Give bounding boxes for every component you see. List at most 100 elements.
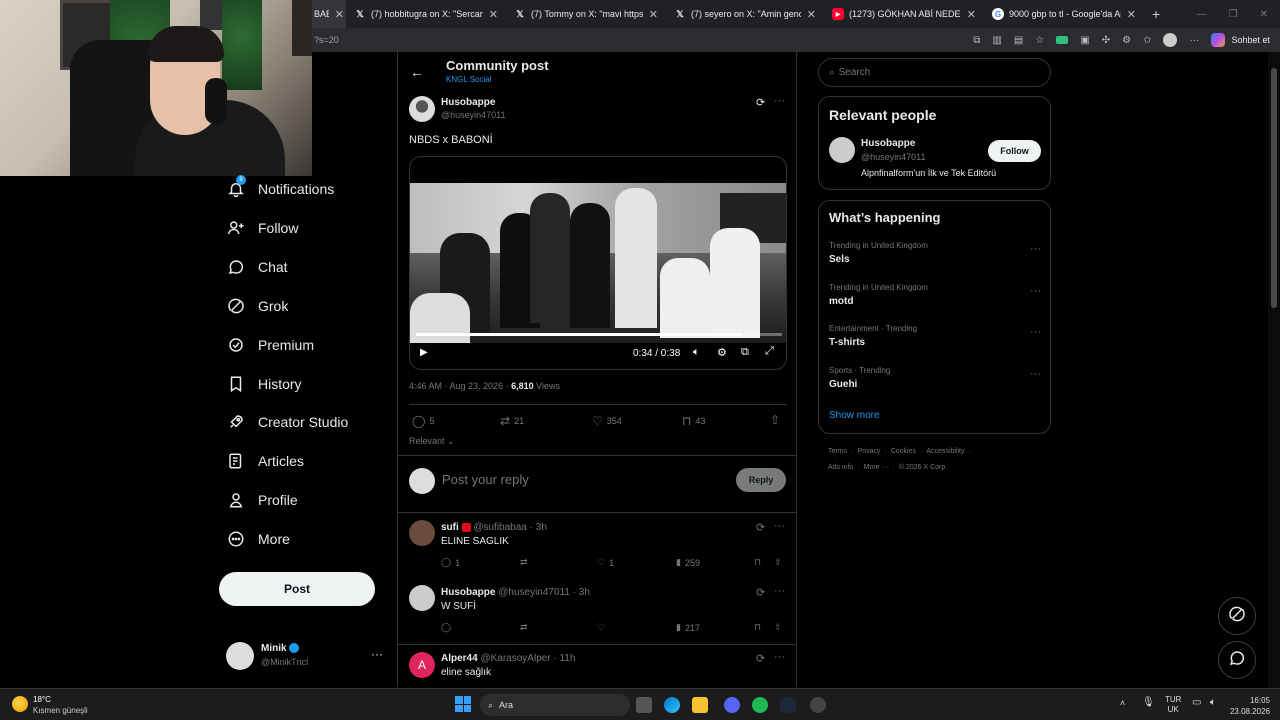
more-dots-icon[interactable]: ···: [1030, 368, 1041, 380]
sidebar-item-articles[interactable]: Articles: [226, 446, 304, 476]
scrollbar-thumb[interactable]: [1271, 68, 1277, 308]
scrollbar[interactable]: [1268, 52, 1280, 688]
sidebar-item-follow[interactable]: Follow: [226, 213, 298, 243]
search-input[interactable]: ⌕ Search: [818, 58, 1051, 87]
like-button[interactable]: ♡: [597, 622, 605, 633]
reply-author-handle[interactable]: @KarasoyAlper · 11h: [480, 653, 575, 664]
network-icon[interactable]: ▭: [1192, 697, 1201, 708]
browser-tab[interactable]: 𝕏 (7) hobbitugra on X: "Sercantall ya ✕: [346, 0, 506, 28]
post-timestamp[interactable]: 4:46 AM · Aug 23, 2026 ·: [409, 381, 511, 391]
menu-dots-icon[interactable]: ···: [1189, 35, 1199, 46]
repost-button[interactable]: ⇄: [520, 622, 528, 633]
trend-item[interactable]: Entertainment · Trending T-shirts ···: [829, 324, 1041, 348]
grok-icon[interactable]: ⟳: [756, 521, 765, 534]
task-view-icon[interactable]: [636, 697, 652, 713]
share-icon[interactable]: ⇧: [770, 413, 780, 427]
bookmark-icon[interactable]: ⊓: [754, 557, 761, 568]
sidebar-item-notifications[interactable]: 8 Notifications: [226, 174, 334, 204]
grok-floating-button[interactable]: [1218, 597, 1256, 635]
reply-button[interactable]: ◯ 5: [412, 414, 434, 428]
avatar[interactable]: [409, 520, 435, 546]
taskbar-search[interactable]: ⌕ Ara: [480, 694, 630, 716]
more-dots-icon[interactable]: ···: [1030, 326, 1041, 338]
avatar[interactable]: [829, 137, 855, 163]
cookies-link[interactable]: Cookies: [891, 448, 916, 455]
reply-author-name[interactable]: Husobappe: [441, 587, 495, 598]
sidebar-item-history[interactable]: History: [226, 369, 302, 399]
more-dots-icon[interactable]: ···: [774, 651, 785, 663]
edge-browser-icon[interactable]: [664, 697, 680, 713]
back-arrow-icon[interactable]: ←: [410, 64, 424, 80]
discord-icon[interactable]: [724, 697, 740, 713]
more-dots-icon[interactable]: ···: [774, 520, 785, 532]
close-icon[interactable]: ✕: [807, 8, 816, 21]
views-button[interactable]: ▮ 217: [676, 622, 700, 633]
browser-extensions-icon[interactable]: ⚙: [1122, 35, 1131, 46]
new-tab-button[interactable]: +: [1144, 0, 1174, 28]
app-install-icon[interactable]: ⧉: [973, 35, 980, 46]
close-icon[interactable]: ✕: [649, 8, 658, 21]
bookmark-button[interactable]: ⊓ 43: [682, 414, 705, 428]
video-player[interactable]: ▶ 0:34 / 0:38 🔈︎ ⚙ ⧉ ⤢: [409, 156, 787, 370]
weather-desc[interactable]: Kısmen güneşli: [33, 706, 88, 715]
sidebar-item-more[interactable]: More: [226, 524, 290, 554]
like-button[interactable]: ♡ 1: [597, 557, 614, 568]
share-icon[interactable]: ⇧: [774, 557, 782, 568]
reader-icon[interactable]: ▤: [1014, 35, 1023, 46]
more-dots-icon[interactable]: ···: [371, 647, 383, 661]
person-name[interactable]: Husobappe: [861, 138, 915, 149]
trend-item[interactable]: Trending in United Kingdom Sels ···: [829, 241, 1041, 265]
windows-start-icon[interactable]: [455, 696, 471, 712]
share-icon[interactable]: ⇧: [774, 622, 782, 633]
reply-button[interactable]: ◯ 1: [441, 557, 460, 568]
url-text[interactable]: ?s=20: [314, 35, 339, 45]
pip-icon[interactable]: ⧉: [741, 346, 749, 359]
reply-author-name[interactable]: Alper44: [441, 653, 478, 664]
reply-input[interactable]: Post your reply: [442, 472, 529, 487]
spotify-icon[interactable]: [752, 697, 768, 713]
microphone-icon[interactable]: 🎙︎: [1142, 697, 1155, 708]
chat-label[interactable]: Sohbet et: [1231, 35, 1270, 45]
browser-tab[interactable]: ▶ (1273) GÖKHAN ABİ NEDEN HAK ✕: [824, 0, 984, 28]
close-icon[interactable]: ✕: [489, 8, 498, 21]
puzzle-icon[interactable]: ✣: [1102, 35, 1110, 46]
more-dots-icon[interactable]: ···: [1030, 285, 1041, 297]
sidebar-item-premium[interactable]: Premium: [226, 330, 314, 360]
sidebar-item-creator-studio[interactable]: Creator Studio: [226, 407, 348, 437]
settings-gear-icon[interactable]: ⚙: [717, 346, 727, 359]
grok-icon[interactable]: ⟳: [756, 652, 765, 665]
copilot-icon[interactable]: [1211, 33, 1226, 47]
weather-icon[interactable]: [12, 696, 28, 712]
volume-icon[interactable]: 🔈︎: [693, 346, 700, 359]
more-dots-icon[interactable]: ···: [1030, 243, 1041, 255]
reply-button[interactable]: ◯: [441, 622, 451, 633]
account-switcher[interactable]: Minik @MinikTncl ···: [226, 642, 386, 672]
extension-icon[interactable]: [1056, 36, 1069, 44]
profile-avatar[interactable]: [1163, 33, 1178, 47]
more-dots-icon[interactable]: ···: [774, 585, 785, 597]
close-icon[interactable]: ✕: [1127, 8, 1136, 21]
browser-tab[interactable]: 𝕏 (7) Tommy on X: "mavi https://t.co ✕: [506, 0, 666, 28]
follow-button[interactable]: Follow: [988, 140, 1041, 162]
video-progress-track[interactable]: [416, 333, 782, 336]
file-explorer-icon[interactable]: [692, 697, 708, 713]
trend-item[interactable]: Sports · Trending Guehi ···: [829, 366, 1041, 390]
sidebar-item-profile[interactable]: Profile: [226, 485, 298, 515]
close-icon[interactable]: ✕: [335, 8, 344, 21]
avatar[interactable]: [409, 96, 435, 122]
language-indicator[interactable]: TUR UK: [1165, 695, 1181, 715]
fullscreen-icon[interactable]: ⤢: [765, 345, 774, 358]
split-screen-icon[interactable]: ▥: [992, 35, 1001, 46]
weather-temp[interactable]: 18°C: [33, 695, 51, 704]
bookmark-icon[interactable]: ⊓: [754, 622, 761, 633]
avatar[interactable]: [409, 585, 435, 611]
person-handle[interactable]: @huseyin47011: [861, 152, 926, 162]
chevron-up-icon[interactable]: ˄: [1120, 698, 1125, 708]
views-button[interactable]: ▮ 259: [676, 557, 700, 568]
repost-button[interactable]: ⇄: [520, 557, 528, 568]
repost-button[interactable]: ⇄ 21: [500, 414, 524, 428]
accessibility-link[interactable]: Accessibility: [926, 448, 964, 455]
trend-item[interactable]: Trending in United Kingdom motd ···: [829, 283, 1041, 307]
sidebar-item-grok[interactable]: Grok: [226, 291, 288, 321]
grok-icon[interactable]: ⟳: [756, 586, 765, 599]
